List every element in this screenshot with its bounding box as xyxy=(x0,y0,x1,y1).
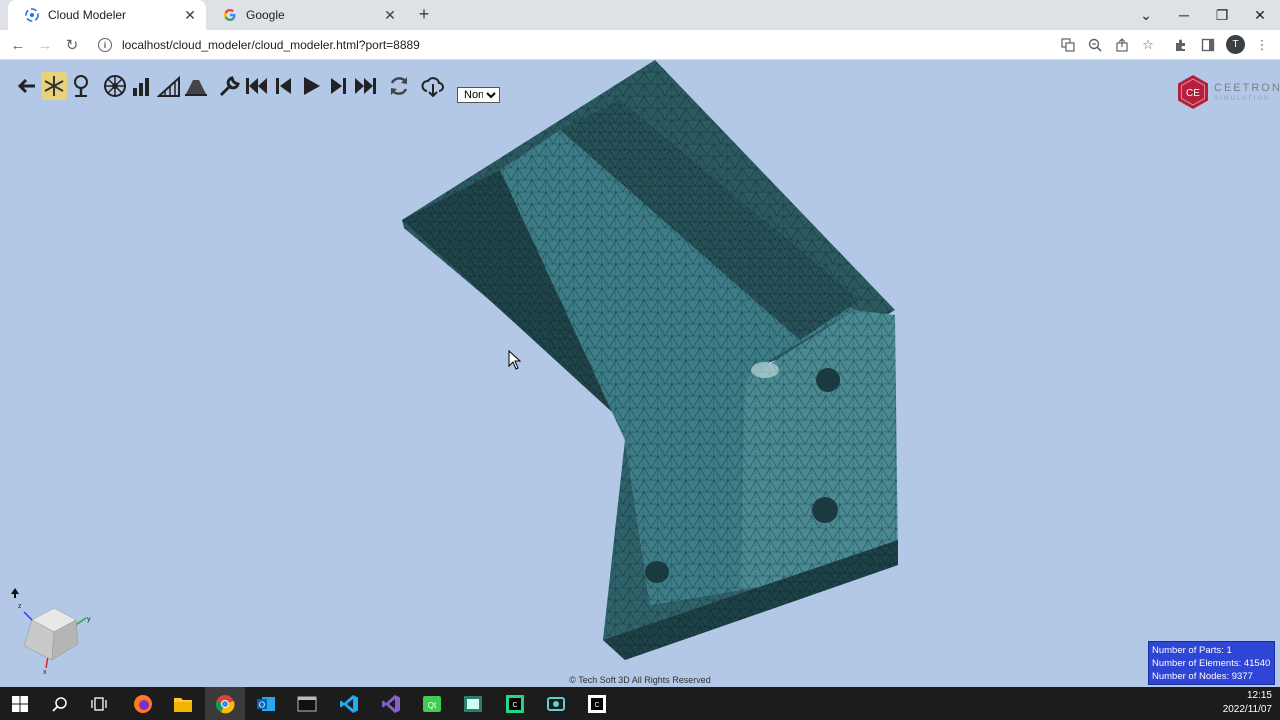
refresh-icon[interactable] xyxy=(386,72,412,100)
copyright-notice: © Tech Soft 3D All Rights Reserved xyxy=(569,675,711,685)
side-panel-icon[interactable] xyxy=(1197,34,1219,56)
search-icon[interactable] xyxy=(47,691,73,717)
chrome-icon[interactable] xyxy=(205,687,245,720)
next-frame-icon[interactable] xyxy=(325,72,351,100)
site-info-icon[interactable]: i xyxy=(98,38,112,52)
restore-icon[interactable]: ❐ xyxy=(1203,0,1241,30)
zoom-icon[interactable] xyxy=(1084,34,1106,56)
wheel-icon[interactable] xyxy=(102,72,128,100)
app-icon-2[interactable] xyxy=(543,691,569,717)
menu-icon[interactable]: ⋮ xyxy=(1251,34,1273,56)
clion-icon[interactable]: C xyxy=(502,691,528,717)
browser-tab-strip: Cloud Modeler ✕ Google ✕ + ⌄ ─ ❐ ✕ xyxy=(0,0,1280,30)
tab-title: Cloud Modeler xyxy=(48,8,127,22)
firefox-icon[interactable] xyxy=(130,691,156,717)
close-tab-icon[interactable]: ✕ xyxy=(180,5,200,25)
system-clock[interactable]: 12:15 2022/11/07 xyxy=(1223,689,1272,717)
play-icon[interactable] xyxy=(298,72,324,100)
tab-google[interactable]: Google ✕ xyxy=(206,0,406,30)
ceetron-hex-icon: CE xyxy=(1178,75,1208,109)
wrench-icon[interactable] xyxy=(217,72,243,100)
close-window-icon[interactable]: ✕ xyxy=(1241,0,1279,30)
close-tab-icon[interactable]: ✕ xyxy=(380,5,400,25)
mountain-icon[interactable] xyxy=(183,72,209,100)
brand-subtitle: SIMULATION xyxy=(1214,96,1271,102)
windows-taskbar: O Qt C C 12:15 2022/11/07 xyxy=(0,687,1280,720)
ramp-chart-icon[interactable] xyxy=(156,72,182,100)
svg-text:CE: CE xyxy=(1186,88,1200,99)
parts-count: Number of Parts: 1 xyxy=(1152,645,1232,656)
svg-text:O: O xyxy=(259,701,265,710)
svg-text:y: y xyxy=(87,616,91,623)
vscode-icon[interactable] xyxy=(336,691,362,717)
app-icon-3[interactable]: C xyxy=(584,691,610,717)
tab-cloud-modeler[interactable]: Cloud Modeler ✕ xyxy=(8,0,206,30)
result-mode-select[interactable]: None xyxy=(457,87,500,103)
clock-date: 2022/11/07 xyxy=(1222,704,1272,715)
url-text: localhost/cloud_modeler/cloud_modeler.ht… xyxy=(122,38,420,52)
bar-chart-icon[interactable] xyxy=(129,72,155,100)
reload-button[interactable]: ↻ xyxy=(61,34,83,56)
back-arrow-icon[interactable] xyxy=(14,72,40,100)
share-icon[interactable] xyxy=(1111,34,1133,56)
elements-count: Number of Elements: 41540 xyxy=(1152,658,1271,669)
profile-avatar[interactable]: T xyxy=(1226,35,1245,54)
svg-text:C: C xyxy=(512,702,517,709)
browser-toolbar: ← → ↻ i localhost/cloud_modeler/cloud_mo… xyxy=(0,30,1280,60)
extensions-icon[interactable] xyxy=(1170,34,1192,56)
tab-search-icon[interactable]: ⌄ xyxy=(1127,0,1165,30)
brand-name: CEETRON xyxy=(1214,82,1280,94)
translate-icon[interactable] xyxy=(1057,34,1079,56)
visual-studio-icon[interactable] xyxy=(378,691,404,717)
tree-icon[interactable] xyxy=(68,72,94,100)
svg-text:Qt: Qt xyxy=(428,701,437,710)
ceetron-logo: CE CEETRON SIMULATION xyxy=(1176,74,1280,110)
windows-start-icon[interactable] xyxy=(7,691,33,717)
file-explorer-icon[interactable] xyxy=(170,691,196,717)
clock-time: 12:15 xyxy=(1246,690,1272,701)
google-icon xyxy=(222,7,238,23)
minimize-icon[interactable]: ─ xyxy=(1165,0,1203,30)
new-tab-button[interactable]: + xyxy=(414,5,434,25)
first-frame-icon[interactable] xyxy=(244,72,270,100)
svg-text:C: C xyxy=(594,702,599,709)
back-button[interactable]: ← xyxy=(7,34,29,56)
forward-button[interactable]: → xyxy=(34,34,56,56)
task-view-icon[interactable] xyxy=(86,691,112,717)
home-view-icon xyxy=(11,588,19,594)
svg-text:z: z xyxy=(18,603,22,610)
axis-view-cube[interactable]: z y x xyxy=(10,588,100,678)
qt-creator-icon[interactable]: Qt xyxy=(419,691,445,717)
mesh-model[interactable] xyxy=(0,60,1280,687)
model-viewport[interactable]: None CE CEETRON SIMULATION z y x Number … xyxy=(0,60,1280,687)
snowflake-icon[interactable] xyxy=(41,72,67,100)
previous-frame-icon[interactable] xyxy=(271,72,297,100)
bookmark-star-icon[interactable]: ☆ xyxy=(1137,34,1159,56)
tab-title: Google xyxy=(246,8,285,22)
last-frame-icon[interactable] xyxy=(352,72,378,100)
outlook-icon[interactable]: O xyxy=(253,691,279,717)
cloud-download-icon[interactable] xyxy=(420,72,446,100)
cloud-modeler-icon xyxy=(24,7,40,23)
app-icon[interactable] xyxy=(460,691,486,717)
address-bar[interactable]: i localhost/cloud_modeler/cloud_modeler.… xyxy=(92,33,1052,57)
terminal-icon[interactable] xyxy=(294,691,320,717)
mouse-cursor-icon xyxy=(508,350,522,370)
